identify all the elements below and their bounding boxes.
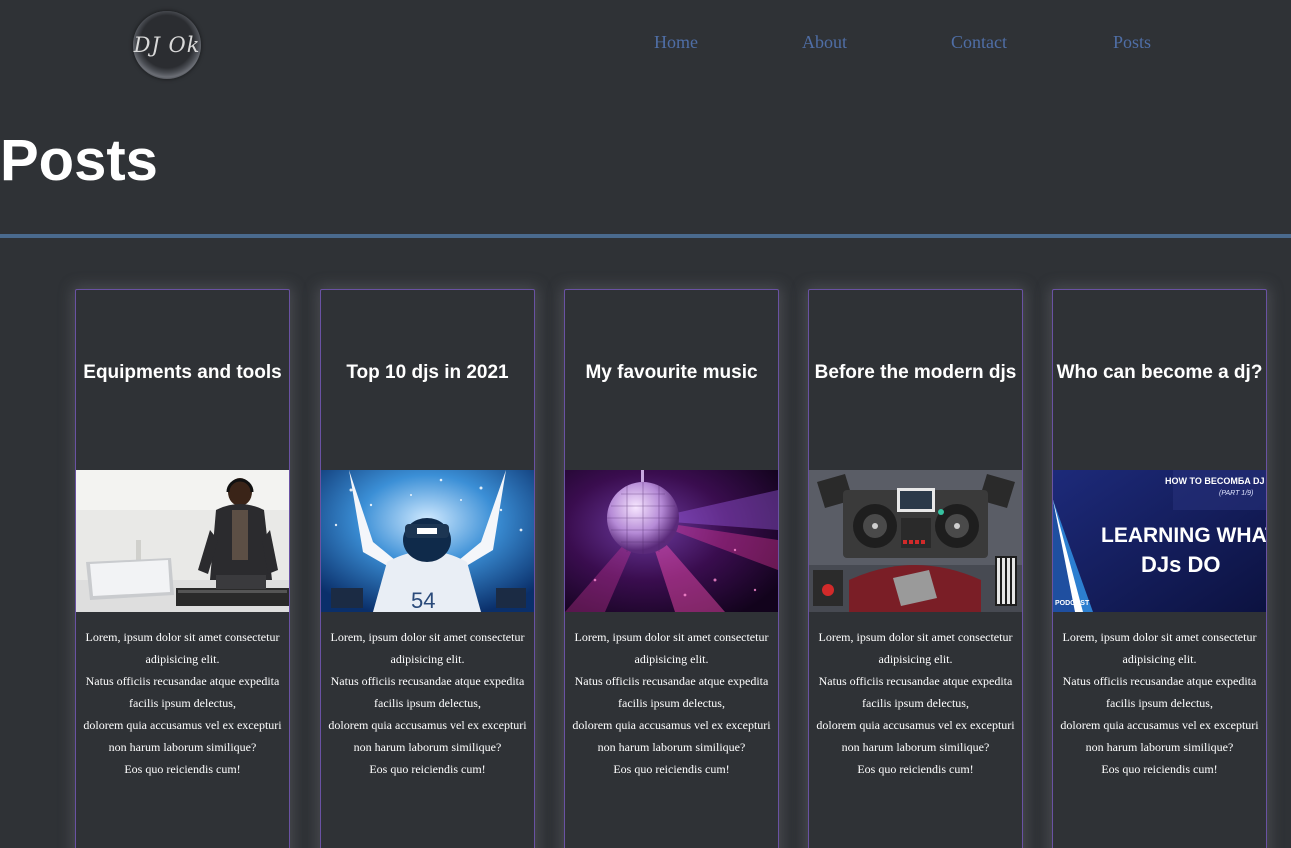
svg-text:54: 54: [411, 588, 435, 612]
post-body: Lorem, ipsum dolor sit amet consectetur …: [816, 630, 1015, 776]
post-title: My favourite music: [585, 362, 758, 383]
post-card-before-modern-djs[interactable]: Before the modern djs Lorem, ipsum dolor…: [808, 289, 1023, 848]
podcast-line1-text: LEARNING WHAT: [1101, 524, 1266, 547]
logo[interactable]: DJ Ok: [133, 11, 201, 79]
post-image-dj-at-laptop[interactable]: [76, 470, 289, 612]
post-body: Lorem, ipsum dolor sit amet consectetur …: [1060, 630, 1259, 776]
post-card-favourite-music[interactable]: My favourite music Lorem, ipsum dolor si…: [564, 289, 779, 848]
post-body: Lorem, ipsum dolor sit amet consectetur …: [328, 630, 527, 776]
post-card-equipments[interactable]: Equipments and tools Lorem, ipsum dolor …: [75, 289, 290, 848]
nav-link-about[interactable]: About: [802, 32, 847, 53]
nav-link-contact[interactable]: Contact: [951, 32, 1007, 53]
post-image-disco-ball[interactable]: [565, 470, 778, 612]
post-image-dj-crowd-sparks[interactable]: 54: [321, 470, 534, 612]
logo-text: DJ Ok: [133, 33, 201, 57]
page: DJ Ok Home About Contact Posts Posts Equ…: [0, 0, 1291, 848]
post-card-who-can-become[interactable]: Who can become a dj? HOW TO BECOMБA DJ (…: [1052, 289, 1267, 848]
post-body: Lorem, ipsum dolor sit amet consectetur …: [572, 630, 771, 776]
podcast-badge-text: PODCAST: [1055, 600, 1090, 607]
site-header: DJ Ok Home About Contact Posts: [0, 0, 1291, 90]
post-title: Before the modern djs: [814, 362, 1017, 383]
post-title: Equipments and tools: [83, 362, 282, 383]
podcast-title-text: HOW TO BECOMБA DJ: [1165, 476, 1264, 486]
nav-link-home[interactable]: Home: [654, 32, 698, 53]
post-card-top-djs[interactable]: Top 10 djs in 2021 54 Lorem, ipsum dolor…: [320, 289, 535, 848]
divider: [0, 234, 1291, 238]
post-title: Who can become a dj?: [1056, 362, 1263, 383]
podcast-part-text: (PART 1/9): [1219, 490, 1253, 497]
post-image-dj-deck-illustration[interactable]: [809, 470, 1022, 612]
podcast-line2-text: DJs DO: [1141, 552, 1220, 577]
page-title: Posts: [0, 128, 158, 193]
post-image-podcast-banner[interactable]: HOW TO BECOMБA DJ (PART 1/9) LEARNING WH…: [1053, 470, 1266, 612]
post-body: Lorem, ipsum dolor sit amet consectetur …: [83, 630, 282, 776]
nav-link-posts[interactable]: Posts: [1113, 32, 1151, 53]
post-title: Top 10 djs in 2021: [346, 362, 509, 383]
